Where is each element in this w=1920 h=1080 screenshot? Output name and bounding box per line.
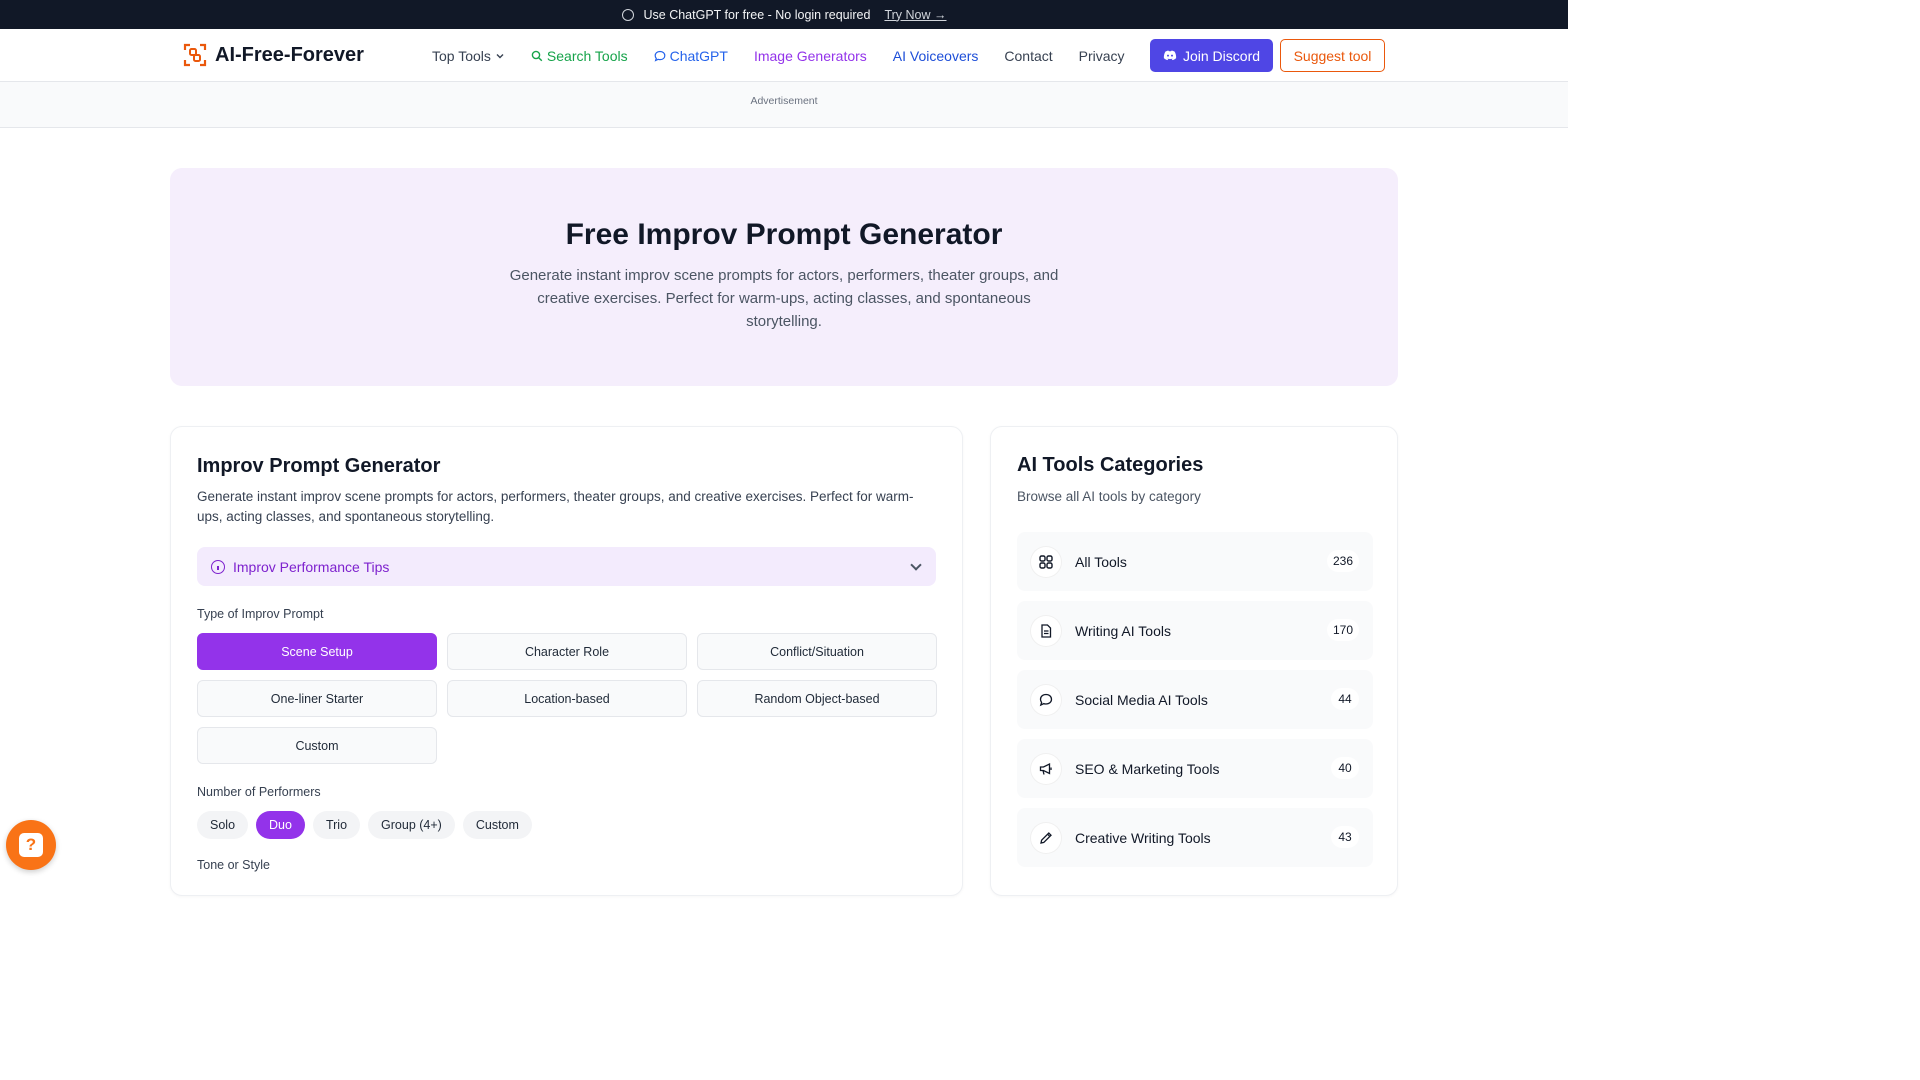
promo-text: Use ChatGPT for free - No login required	[643, 7, 871, 22]
nav-ai-voiceovers-label: AI Voiceovers	[892, 47, 979, 64]
categories-card: AI Tools Categories Browse all AI tools …	[990, 426, 1398, 896]
megaphone-icon	[1031, 753, 1061, 784]
category-name: Writing AI Tools	[1075, 622, 1171, 639]
generator-description: Generate instant improv scene prompts fo…	[197, 489, 914, 524]
performers-options: Solo Duo Trio Group (4+) Custom	[197, 811, 936, 839]
nav-search-tools-label: Search Tools	[546, 47, 628, 64]
chevron-down-icon	[496, 53, 504, 58]
suggest-tool-label: Suggest tool	[1293, 47, 1372, 64]
nav-privacy[interactable]: Privacy	[1079, 48, 1125, 64]
generator-title: Improv Prompt Generator	[197, 455, 441, 477]
nav-contact[interactable]: Contact	[1004, 48, 1052, 64]
category-item-writing[interactable]: Writing AI Tools 170	[1017, 601, 1373, 660]
category-name: Social Media AI Tools	[1075, 691, 1208, 708]
category-item-social-media[interactable]: Social Media AI Tools 44	[1017, 670, 1373, 729]
category-count: 44	[1331, 688, 1359, 710]
prompt-type-option[interactable]: One-liner Starter	[197, 680, 437, 717]
info-icon	[211, 559, 225, 574]
category-count: 40	[1331, 757, 1359, 779]
chat-bubble-icon	[1031, 684, 1061, 715]
categories-subtitle: Browse all AI tools by category	[1017, 489, 1201, 504]
performers-option[interactable]: Trio	[312, 811, 361, 839]
categories-title: AI Tools Categories	[1017, 454, 1204, 476]
suggest-tool-button[interactable]: Suggest tool	[1280, 39, 1385, 72]
pencil-icon	[1031, 822, 1061, 853]
nav-contact-label: Contact	[1004, 47, 1053, 64]
nav-image-generators[interactable]: Image Generators	[754, 48, 867, 64]
join-discord-label: Join Discord	[1182, 47, 1261, 64]
performers-option[interactable]: Group (4+)	[368, 811, 455, 839]
performers-option[interactable]: Duo	[256, 811, 305, 839]
performers-option[interactable]: Solo	[197, 811, 249, 839]
category-count: 236	[1326, 550, 1359, 572]
nav-top-tools[interactable]: Top Tools	[432, 48, 505, 64]
prompt-type-option[interactable]: Scene Setup	[197, 633, 437, 670]
nav-links: Top Tools Search Tools ChatGPT Image Gen…	[432, 29, 1125, 82]
logo-icon	[183, 43, 207, 67]
category-item-seo-marketing[interactable]: SEO & Marketing Tools 40	[1017, 739, 1373, 798]
advertisement-label: Advertisement	[750, 95, 818, 107]
grid-icon	[1031, 546, 1061, 577]
prompt-type-option[interactable]: Custom	[197, 727, 437, 764]
nav-chatgpt[interactable]: ChatGPT	[654, 48, 728, 64]
chat-bubble-icon	[654, 50, 665, 62]
prompt-type-label: Type of Improv Prompt	[197, 607, 324, 621]
category-name: SEO & Marketing Tools	[1075, 760, 1220, 777]
site-logo[interactable]: AI-Free-Forever	[183, 43, 364, 67]
join-discord-button[interactable]: Join Discord	[1150, 39, 1273, 72]
performers-option[interactable]: Custom	[462, 811, 532, 839]
category-item-all-tools[interactable]: All Tools 236	[1017, 532, 1373, 591]
nav-top-tools-label: Top Tools	[432, 47, 491, 64]
prompt-type-option[interactable]: Location-based	[447, 680, 687, 717]
try-now-link[interactable]: Try Now →	[884, 8, 946, 22]
main-nav: AI-Free-Forever Top Tools Search Tools C…	[0, 29, 1568, 82]
nav-chatgpt-label: ChatGPT	[669, 47, 728, 64]
advertisement-slot: Advertisement	[0, 82, 1568, 128]
nav-search-tools[interactable]: Search Tools	[531, 48, 628, 64]
promo-banner: Use ChatGPT for free - No login required…	[0, 0, 1568, 29]
page-subtitle: Generate instant improv scene prompts fo…	[509, 267, 1059, 330]
prompt-type-option[interactable]: Conflict/Situation	[697, 633, 937, 670]
performance-tips-accordion[interactable]: Improv Performance Tips	[197, 547, 936, 586]
performers-label: Number of Performers	[197, 785, 321, 799]
nav-ai-voiceovers[interactable]: AI Voiceovers	[893, 48, 979, 64]
hero-section: Free Improv Prompt Generator Generate in…	[170, 168, 1398, 386]
category-count: 170	[1326, 619, 1359, 641]
help-button[interactable]: ?	[6, 820, 56, 870]
category-name: Creative Writing Tools	[1075, 829, 1211, 846]
category-name: All Tools	[1075, 553, 1127, 570]
category-count: 43	[1331, 826, 1359, 848]
category-item-creative-writing[interactable]: Creative Writing Tools 43	[1017, 808, 1373, 867]
page-title: Free Improv Prompt Generator	[565, 218, 1003, 251]
logo-text: AI-Free-Forever	[215, 43, 364, 66]
tone-label: Tone or Style	[197, 858, 270, 872]
prompt-type-option[interactable]: Character Role	[447, 633, 687, 670]
category-list: All Tools 236 Writing AI Tools 170 Socia…	[1017, 532, 1373, 867]
chevron-down-icon	[910, 559, 922, 571]
prompt-type-option[interactable]: Random Object-based	[697, 680, 937, 717]
chat-icon	[621, 8, 634, 21]
search-icon	[531, 50, 543, 61]
document-icon	[1031, 615, 1061, 646]
nav-image-generators-label: Image Generators	[753, 47, 867, 64]
performance-tips-label: Improv Performance Tips	[233, 558, 390, 575]
generator-card: Improv Prompt Generator Generate instant…	[170, 426, 963, 896]
nav-privacy-label: Privacy	[1078, 47, 1125, 64]
discord-icon	[1163, 50, 1177, 61]
prompt-type-options: Scene Setup Character Role Conflict/Situ…	[197, 633, 937, 764]
question-icon: ?	[19, 833, 43, 857]
